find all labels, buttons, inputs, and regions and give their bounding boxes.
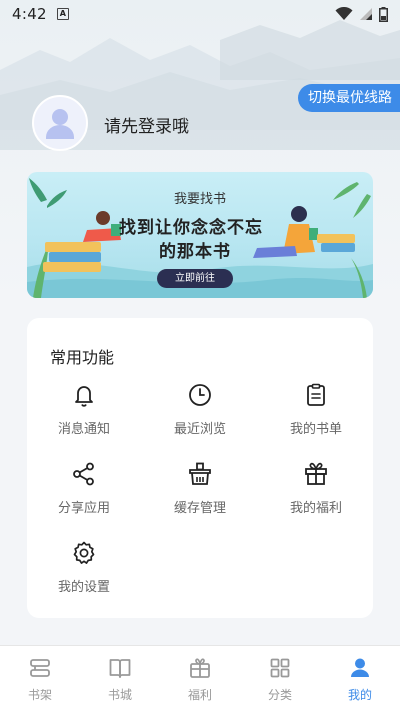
login-prompt[interactable]: 请先登录哦: [104, 112, 189, 137]
go-now-button[interactable]: 立即前往: [157, 269, 233, 288]
clock-icon: [189, 384, 211, 406]
func-message-notification[interactable]: 消息通知: [34, 382, 134, 442]
card-title: 常用功能: [50, 348, 115, 367]
banner-title-line1: 找到让你念念不忘: [119, 218, 263, 238]
wifi-icon: [335, 7, 353, 20]
nav-label: 分类: [267, 688, 292, 702]
nav-label: 我的: [347, 688, 372, 702]
func-my-settings[interactable]: 我的设置: [34, 540, 134, 600]
func-label: 我的书单: [289, 422, 342, 437]
nav-mine[interactable]: 我的: [320, 646, 400, 712]
gift-icon: [305, 462, 327, 485]
nav-bookshelf[interactable]: 书架: [0, 646, 80, 712]
func-my-benefits[interactable]: 我的福利: [266, 461, 366, 521]
func-label: 消息通知: [57, 422, 110, 437]
gift-box-icon: [190, 658, 210, 678]
avatar[interactable]: [32, 95, 88, 151]
common-functions-card: 常用功能 消息通知 最近浏览 我的书单 分享应用 缓存管理 我的福利 我的设置: [27, 318, 373, 618]
func-recent-browse[interactable]: 最近浏览: [150, 382, 250, 442]
gear-icon: [73, 541, 95, 564]
bookshelf-icon: [30, 659, 50, 677]
notification-a-icon: A: [56, 8, 69, 20]
clipboard-icon: [307, 383, 325, 406]
nav-bookstore[interactable]: 书城: [80, 646, 160, 712]
share-icon: [73, 462, 94, 486]
signal-icon: [360, 8, 372, 20]
func-my-booklist[interactable]: 我的书单: [266, 382, 366, 442]
banner-title-line2: 的那本书: [159, 242, 231, 262]
status-icons: [335, 6, 388, 22]
nav-benefits[interactable]: 福利: [160, 646, 240, 712]
grid-icon: [270, 658, 290, 678]
func-cache-management[interactable]: 缓存管理: [150, 461, 250, 521]
func-label: 最近浏览: [173, 422, 226, 437]
basket-icon: [189, 462, 211, 485]
find-book-banner[interactable]: 我要找书 找到让你念念不忘 的那本书 立即前往: [27, 172, 373, 298]
func-label: 缓存管理: [173, 501, 226, 516]
func-share-app[interactable]: 分享应用: [34, 461, 134, 521]
func-label: 我的福利: [289, 501, 342, 516]
status-bar: 4:42 A: [0, 0, 400, 28]
open-book-icon: [109, 659, 131, 678]
nav-label: 书城: [107, 688, 132, 702]
bell-icon: [75, 386, 93, 407]
status-time: 4:42: [12, 5, 47, 23]
nav-label: 福利: [187, 688, 212, 702]
person-icon: [351, 658, 369, 677]
bottom-nav: 书架 书城 福利 分类 我的: [0, 645, 400, 712]
func-label: 分享应用: [57, 501, 110, 516]
banner-subtitle: 我要找书: [173, 192, 226, 207]
nav-category[interactable]: 分类: [240, 646, 320, 712]
switch-route-button[interactable]: 切换最优线路: [298, 84, 400, 112]
func-label: 我的设置: [57, 580, 110, 595]
battery-icon: [379, 6, 388, 22]
nav-label: 书架: [27, 688, 52, 702]
